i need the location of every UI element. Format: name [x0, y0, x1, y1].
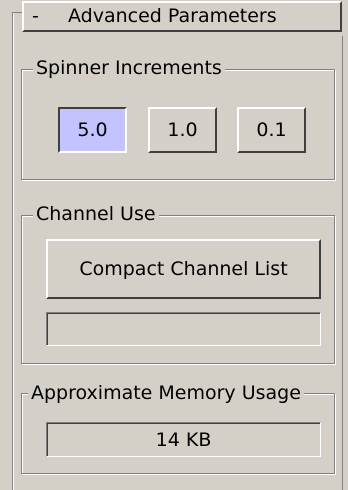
- increment-0-1-button[interactable]: 0.1: [237, 107, 306, 153]
- channel-status-field: [46, 312, 321, 346]
- rollout-left-border-highlight: [13, 12, 14, 490]
- memory-usage-label: Approximate Memory Usage: [28, 382, 304, 404]
- memory-usage-value: 14 KB: [46, 422, 321, 457]
- advanced-parameters-rollout-header[interactable]: - Advanced Parameters: [22, 1, 342, 32]
- increment-1-button[interactable]: 1.0: [148, 107, 217, 153]
- rollout-right-border: [342, 36, 343, 490]
- spinner-increments-label: Spinner Increments: [33, 57, 225, 79]
- compact-channel-list-button[interactable]: Compact Channel List: [46, 239, 321, 299]
- rollout-title: Advanced Parameters: [68, 5, 277, 27]
- increment-5-button[interactable]: 5.0: [58, 107, 127, 153]
- collapse-toggle-icon: -: [32, 5, 39, 27]
- channel-use-label: Channel Use: [33, 203, 159, 225]
